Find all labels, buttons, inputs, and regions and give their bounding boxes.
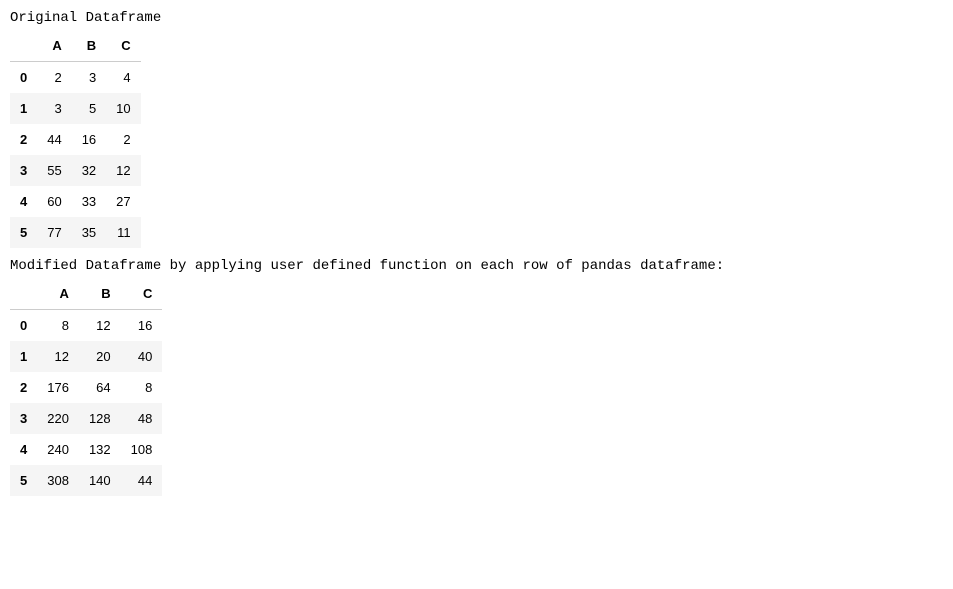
table-row: 3 220 128 48 xyxy=(10,403,162,434)
table-row: 4 240 132 108 xyxy=(10,434,162,465)
cell: 44 xyxy=(37,124,71,155)
cell: 32 xyxy=(72,155,106,186)
row-index: 3 xyxy=(10,155,37,186)
cell: 10 xyxy=(106,93,140,124)
cell: 20 xyxy=(79,341,121,372)
cell: 77 xyxy=(37,217,71,248)
cell: 3 xyxy=(37,93,71,124)
cell: 132 xyxy=(79,434,121,465)
index-header xyxy=(10,278,37,310)
row-index: 0 xyxy=(10,310,37,342)
table-row: 3 55 32 12 xyxy=(10,155,141,186)
table-row: 0 8 12 16 xyxy=(10,310,162,342)
cell: 3 xyxy=(72,62,106,94)
cell: 140 xyxy=(79,465,121,496)
cell: 12 xyxy=(79,310,121,342)
cell: 2 xyxy=(106,124,140,155)
cell: 55 xyxy=(37,155,71,186)
cell: 8 xyxy=(121,372,163,403)
col-header: B xyxy=(72,30,106,62)
row-index: 5 xyxy=(10,217,37,248)
table-row: 2 44 16 2 xyxy=(10,124,141,155)
row-index: 4 xyxy=(10,434,37,465)
cell: 16 xyxy=(72,124,106,155)
table-row: 1 12 20 40 xyxy=(10,341,162,372)
cell: 176 xyxy=(37,372,79,403)
row-index: 0 xyxy=(10,62,37,94)
row-index: 2 xyxy=(10,124,37,155)
cell: 11 xyxy=(106,217,140,248)
cell: 64 xyxy=(79,372,121,403)
cell: 16 xyxy=(121,310,163,342)
col-header: B xyxy=(79,278,121,310)
cell: 35 xyxy=(72,217,106,248)
cell: 60 xyxy=(37,186,71,217)
cell: 12 xyxy=(37,341,79,372)
cell: 128 xyxy=(79,403,121,434)
index-header xyxy=(10,30,37,62)
cell: 8 xyxy=(37,310,79,342)
table-row: 4 60 33 27 xyxy=(10,186,141,217)
output-label-original: Original Dataframe xyxy=(10,10,943,26)
row-index: 1 xyxy=(10,341,37,372)
cell: 240 xyxy=(37,434,79,465)
table-row: 5 77 35 11 xyxy=(10,217,141,248)
table-row: 2 176 64 8 xyxy=(10,372,162,403)
col-header: A xyxy=(37,30,71,62)
row-index: 5 xyxy=(10,465,37,496)
output-label-modified: Modified Dataframe by applying user defi… xyxy=(10,258,943,274)
row-index: 3 xyxy=(10,403,37,434)
table-row: 5 308 140 44 xyxy=(10,465,162,496)
row-index: 4 xyxy=(10,186,37,217)
dataframe-modified: A B C 0 8 12 16 1 12 20 40 2 176 64 8 3 … xyxy=(10,278,162,496)
cell: 308 xyxy=(37,465,79,496)
dataframe-original: A B C 0 2 3 4 1 3 5 10 2 44 16 2 3 55 32… xyxy=(10,30,141,248)
cell: 44 xyxy=(121,465,163,496)
row-index: 1 xyxy=(10,93,37,124)
cell: 4 xyxy=(106,62,140,94)
cell: 108 xyxy=(121,434,163,465)
col-header: C xyxy=(121,278,163,310)
cell: 220 xyxy=(37,403,79,434)
cell: 2 xyxy=(37,62,71,94)
cell: 5 xyxy=(72,93,106,124)
table-row: 0 2 3 4 xyxy=(10,62,141,94)
row-index: 2 xyxy=(10,372,37,403)
table-row: 1 3 5 10 xyxy=(10,93,141,124)
col-header: A xyxy=(37,278,79,310)
cell: 12 xyxy=(106,155,140,186)
col-header: C xyxy=(106,30,140,62)
cell: 27 xyxy=(106,186,140,217)
cell: 40 xyxy=(121,341,163,372)
cell: 48 xyxy=(121,403,163,434)
cell: 33 xyxy=(72,186,106,217)
